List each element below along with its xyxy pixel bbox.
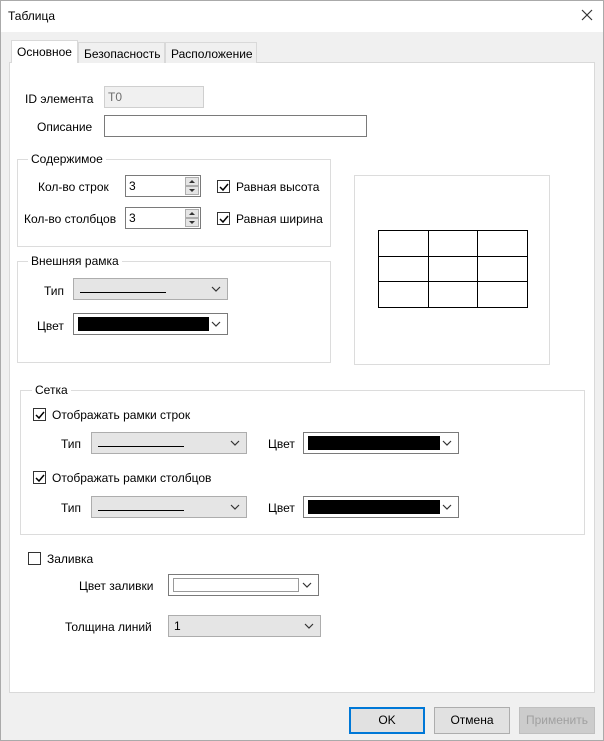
cols-label: Кол-во столбцов [24,212,117,226]
cols-down-button[interactable] [185,218,199,227]
window-title: Таблица [8,9,56,23]
outer-type-dropdown[interactable] [73,278,228,300]
col-color-dropdown[interactable] [303,496,459,518]
show-col-borders-label: Отображать рамки столбцов [52,471,212,485]
show-row-borders-checkbox[interactable] [33,408,46,421]
line-width-value: 1 [174,619,181,633]
outer-color-label: Цвет [37,319,64,333]
chevron-down-icon [302,582,312,588]
cols-stepper[interactable]: 3 [125,207,201,229]
equal-width-checkbox[interactable] [217,212,230,225]
table-preview-grid [378,230,528,308]
rows-up-button[interactable] [185,177,199,186]
row-type-label: Тип [61,437,82,451]
color-swatch [308,436,440,450]
chevron-down-icon [211,321,221,327]
ok-button[interactable]: OK [349,707,425,734]
line-width-dropdown[interactable]: 1 [168,615,321,637]
cancel-button[interactable]: Отмена [434,707,510,734]
col-color-label: Цвет [268,501,295,515]
outer-frame-legend: Внешняя рамка [28,254,122,268]
color-swatch [173,578,299,592]
tab-security[interactable]: Безопасность [78,42,165,63]
tab-main[interactable]: Основное [11,40,78,63]
row-type-dropdown[interactable] [91,432,247,454]
row-color-label: Цвет [268,437,295,451]
line-style-sample [80,292,166,293]
show-row-borders-label: Отображать рамки строк [52,408,191,422]
content-legend: Содержимое [28,152,106,166]
fill-checkbox[interactable] [28,552,41,565]
grid-legend: Сетка [32,383,71,397]
col-type-label: Тип [61,501,82,515]
outer-frame-group [17,261,331,363]
col-type-dropdown[interactable] [91,496,247,518]
row-color-dropdown[interactable] [303,432,459,454]
chevron-down-icon [442,440,452,446]
show-col-borders-checkbox[interactable] [33,471,46,484]
chevron-down-icon [442,504,452,510]
color-swatch [308,500,440,514]
fill-color-label: Цвет заливки [79,579,154,593]
element-id-value: T0 [108,90,123,104]
cols-value: 3 [129,211,136,225]
title-bar [0,0,604,32]
chevron-down-icon [230,504,240,510]
close-icon[interactable] [578,6,596,24]
content-group [17,159,331,247]
element-id-label: ID элемента [25,92,94,106]
chevron-down-icon [230,440,240,446]
line-style-sample [98,446,184,447]
equal-height-label: Равная высота [236,180,320,194]
line-style-sample [98,510,184,511]
description-field[interactable] [104,115,367,137]
cols-up-button[interactable] [185,209,199,218]
outer-type-label: Тип [44,284,65,298]
description-label: Описание [37,120,93,134]
rows-down-button[interactable] [185,186,199,195]
rows-label: Кол-во строк [38,180,109,194]
outer-color-dropdown[interactable] [73,313,228,335]
line-width-label: Толщина линий [65,620,152,634]
rows-value: 3 [129,179,136,193]
fill-label: Заливка [47,552,94,566]
apply-button[interactable]: Применить [519,707,595,734]
equal-height-checkbox[interactable] [217,180,230,193]
table-preview [354,175,550,365]
rows-stepper[interactable]: 3 [125,175,201,197]
element-id-field: T0 [104,86,204,108]
fill-color-dropdown[interactable] [168,574,319,596]
chevron-down-icon [304,623,314,629]
tab-layout[interactable]: Расположение [165,42,257,63]
color-swatch [78,317,209,331]
equal-width-label: Равная ширина [236,212,323,226]
chevron-down-icon [211,286,221,292]
